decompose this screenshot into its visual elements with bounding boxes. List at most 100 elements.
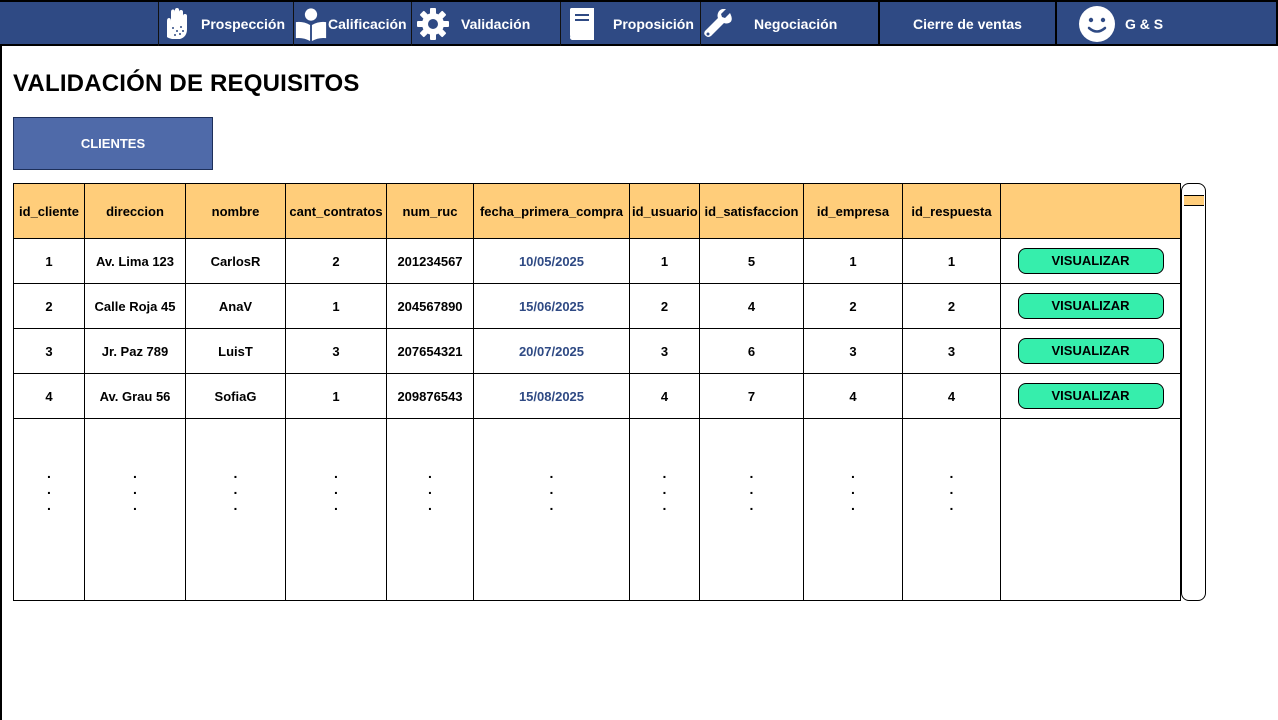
cell-cant-contratos: 1 bbox=[285, 283, 387, 329]
visualizar-button[interactable]: VISUALIZAR bbox=[1017, 383, 1164, 409]
cell-id-cliente: 3 bbox=[13, 328, 85, 374]
column-header: nombre bbox=[185, 183, 286, 239]
cell-cant-contratos: 3 bbox=[285, 328, 387, 374]
page-title: VALIDACIÓN DE REQUISITOS bbox=[13, 70, 360, 97]
cell-cant-contratos: 1 bbox=[285, 373, 387, 419]
ellipsis-cell: ... bbox=[185, 418, 286, 601]
cell-id-usuario: 1 bbox=[629, 238, 700, 284]
cell-nombre: SofiaG bbox=[185, 373, 286, 419]
user-profile-menu[interactable]: G & S bbox=[1057, 2, 1276, 46]
cell-id-cliente: 4 bbox=[13, 373, 85, 419]
nav-item-validacion[interactable]: Validación bbox=[411, 2, 560, 46]
table-row: 4 Av. Grau 56 SofiaG 1 209876543 15/08/2… bbox=[13, 373, 1181, 419]
wrench-icon bbox=[701, 7, 735, 41]
cell-num-ruc: 209876543 bbox=[386, 373, 474, 419]
nav-label: Proposición bbox=[613, 16, 694, 32]
nav-label: Validación bbox=[461, 16, 531, 32]
cell-id-cliente: 1 bbox=[13, 238, 85, 284]
cell-id-satisfaccion: 6 bbox=[699, 328, 804, 374]
column-header-actions bbox=[1000, 183, 1181, 239]
cell-num-ruc: 201234567 bbox=[386, 238, 474, 284]
nav-label: Cierre de ventas bbox=[913, 16, 1022, 32]
column-header: id_satisfaccion bbox=[699, 183, 804, 239]
cell-cant-contratos: 2 bbox=[285, 238, 387, 284]
nav-item-prospeccion[interactable]: Prospección bbox=[158, 2, 293, 46]
cell-id-usuario: 3 bbox=[629, 328, 700, 374]
column-header: id_cliente bbox=[13, 183, 85, 239]
cell-direccion: Jr. Paz 789 bbox=[84, 328, 186, 374]
nav-label: Calificación bbox=[328, 16, 407, 32]
cell-direccion: Av. Grau 56 bbox=[84, 373, 186, 419]
table-row-placeholder: ... ... ... ... ... ... ... ... ... ... bbox=[13, 418, 1181, 601]
cell-id-respuesta: 2 bbox=[902, 283, 1001, 329]
cell-actions: VISUALIZAR bbox=[1000, 373, 1181, 419]
column-header: id_usuario bbox=[629, 183, 700, 239]
cell-id-empresa: 1 bbox=[803, 238, 903, 284]
ellipsis-cell: ... bbox=[13, 418, 85, 601]
cell-actions: VISUALIZAR bbox=[1000, 328, 1181, 374]
ellipsis-cell: ... bbox=[803, 418, 903, 601]
cell-fecha-primera-compra: 15/08/2025 bbox=[473, 373, 630, 419]
book-icon bbox=[565, 7, 599, 41]
column-header: cant_contratos bbox=[285, 183, 387, 239]
cell-direccion: Calle Roja 45 bbox=[84, 283, 186, 329]
ellipsis-cell: ... bbox=[902, 418, 1001, 601]
ellipsis-cell: ... bbox=[699, 418, 804, 601]
cell-id-respuesta: 1 bbox=[902, 238, 1001, 284]
ellipsis-cell: ... bbox=[386, 418, 474, 601]
ellipsis-cell: ... bbox=[84, 418, 186, 601]
cell-id-respuesta: 4 bbox=[902, 373, 1001, 419]
clients-table: id_cliente direccion nombre cant_contrat… bbox=[13, 183, 1181, 601]
visualizar-button[interactable]: VISUALIZAR bbox=[1017, 248, 1164, 274]
nav-item-proposicion[interactable]: Proposición bbox=[560, 2, 700, 46]
visualizar-button[interactable]: VISUALIZAR bbox=[1017, 293, 1164, 319]
cell-id-empresa: 3 bbox=[803, 328, 903, 374]
ellipsis-cell: ... bbox=[473, 418, 630, 601]
table-row: 1 Av. Lima 123 CarlosR 2 201234567 10/05… bbox=[13, 238, 1181, 284]
cell-id-satisfaccion: 4 bbox=[699, 283, 804, 329]
nav-label: Negociación bbox=[754, 16, 838, 32]
cell-nombre: AnaV bbox=[185, 283, 286, 329]
column-header: num_ruc bbox=[386, 183, 474, 239]
nav-item-calificacion[interactable]: Calificación bbox=[293, 2, 411, 46]
top-nav-bar: Prospección Calificación Validación Prop… bbox=[0, 0, 1278, 46]
user-initials: G & S bbox=[1125, 16, 1164, 32]
cell-actions: VISUALIZAR bbox=[1000, 283, 1181, 329]
nav-item-negociacion[interactable]: Negociación bbox=[700, 2, 878, 46]
column-header: id_respuesta bbox=[902, 183, 1001, 239]
table-header-row: id_cliente direccion nombre cant_contrat… bbox=[13, 183, 1181, 239]
empty-cell bbox=[1000, 418, 1181, 601]
column-header: id_empresa bbox=[803, 183, 903, 239]
cell-actions: VISUALIZAR bbox=[1000, 238, 1181, 284]
column-header: fecha_primera_compra bbox=[473, 183, 630, 239]
cell-fecha-primera-compra: 20/07/2025 bbox=[473, 328, 630, 374]
cell-id-usuario: 2 bbox=[629, 283, 700, 329]
person-reading-icon bbox=[294, 7, 328, 41]
ellipsis-cell: ... bbox=[629, 418, 700, 601]
table-scrollbar[interactable] bbox=[1181, 183, 1206, 601]
cell-nombre: LuisT bbox=[185, 328, 286, 374]
cell-id-empresa: 2 bbox=[803, 283, 903, 329]
cell-num-ruc: 207654321 bbox=[386, 328, 474, 374]
gear-icon bbox=[416, 7, 450, 41]
visualizar-button[interactable]: VISUALIZAR bbox=[1017, 338, 1164, 364]
cell-direccion: Av. Lima 123 bbox=[84, 238, 186, 284]
cell-id-empresa: 4 bbox=[803, 373, 903, 419]
nav-label: Prospección bbox=[201, 16, 286, 32]
cell-id-satisfaccion: 7 bbox=[699, 373, 804, 419]
smiley-face-icon bbox=[1077, 4, 1117, 44]
cell-num-ruc: 204567890 bbox=[386, 283, 474, 329]
cell-id-usuario: 4 bbox=[629, 373, 700, 419]
tab-clientes[interactable]: CLIENTES bbox=[13, 117, 213, 170]
cell-nombre: CarlosR bbox=[185, 238, 286, 284]
scrollbar-thumb[interactable] bbox=[1184, 195, 1204, 206]
ellipsis-cell: ... bbox=[285, 418, 387, 601]
nav-item-cierre-de-ventas[interactable]: Cierre de ventas bbox=[878, 2, 1057, 46]
cell-fecha-primera-compra: 10/05/2025 bbox=[473, 238, 630, 284]
hand-icon bbox=[159, 7, 193, 41]
column-header: direccion bbox=[84, 183, 186, 239]
cell-id-respuesta: 3 bbox=[902, 328, 1001, 374]
table-row: 3 Jr. Paz 789 LuisT 3 207654321 20/07/20… bbox=[13, 328, 1181, 374]
table-row: 2 Calle Roja 45 AnaV 1 204567890 15/06/2… bbox=[13, 283, 1181, 329]
cell-id-cliente: 2 bbox=[13, 283, 85, 329]
